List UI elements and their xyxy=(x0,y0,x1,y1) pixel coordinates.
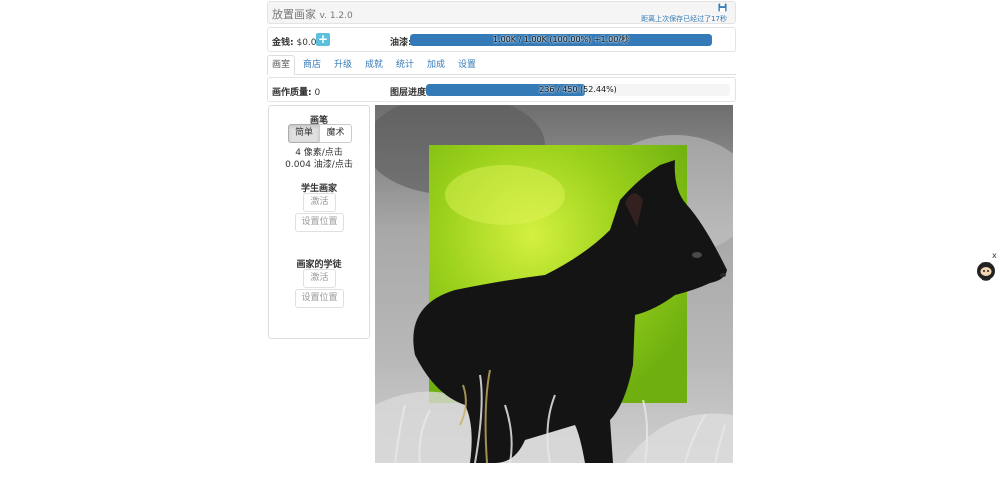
tab-shop[interactable]: 商店 xyxy=(299,55,325,75)
tab-studio[interactable]: 画室 xyxy=(267,55,296,75)
student-activate-button[interactable]: 激活 xyxy=(303,193,336,212)
app-version: v. 1.2.0 xyxy=(319,11,353,21)
save-status: 距离上次保存已经过了17秒 xyxy=(641,15,727,23)
quality-value: 0 xyxy=(314,88,321,98)
tab-achievements[interactable]: 成就 xyxy=(361,55,387,75)
brush-paint-per-click: 0.004 油漆/点击 xyxy=(285,160,353,170)
app-name: 放置画家 xyxy=(272,8,316,21)
tab-upgrades[interactable]: 升级 xyxy=(330,55,356,75)
paint-label: 油漆: xyxy=(390,38,412,48)
paint-progress-text: 1.00K / 1.00K (100.00%) +1.00/秒 xyxy=(492,35,630,44)
tab-bonuses[interactable]: 加成 xyxy=(423,55,449,75)
apprentice-set-position-button[interactable]: 设置位置 xyxy=(295,289,344,308)
layer-label: 图层进度: xyxy=(390,88,430,98)
apprentice-activate-button[interactable]: 激活 xyxy=(303,269,336,288)
layer-progress-bar: 236 / 450 (52.44%) xyxy=(426,84,730,96)
layer-progress-text: 236 / 450 (52.44%) xyxy=(539,85,617,94)
student-set-position-button[interactable]: 设置位置 xyxy=(295,213,344,232)
painting-canvas[interactable] xyxy=(375,105,733,463)
resources-panel: 金钱: $0.00 + 油漆: 1.00K / 1.00K (100.00%) … xyxy=(267,27,736,52)
brush-mode-simple-button[interactable]: 简单 xyxy=(288,124,320,143)
money-label: 金钱: xyxy=(272,38,294,48)
save-icon[interactable] xyxy=(718,3,727,12)
app-title: 放置画家 v. 1.2.0 xyxy=(272,6,353,22)
paint-progress-bar: 1.00K / 1.00K (100.00%) +1.00/秒 xyxy=(410,34,712,46)
painting-image xyxy=(375,105,733,463)
main-tabs: 画室 商店 升级 成就 统计 加成 设置 xyxy=(267,55,736,75)
brush-mode-magic-button[interactable]: 魔术 xyxy=(319,124,352,143)
app-header: 放置画家 v. 1.2.0 距离上次保存已经过了17秒 xyxy=(267,1,736,24)
painting-status-panel: 画作质量: 0 图层进度: 236 / 450 (52.44%) xyxy=(267,77,736,102)
github-octocat-icon[interactable] xyxy=(976,258,996,282)
tab-stats[interactable]: 统计 xyxy=(392,55,418,75)
money-display: 金钱: $0.00 xyxy=(272,35,322,48)
tools-sidebar: 画笔 简单 魔术 4 像素/点击 0.004 油漆/点击 学生画家 激活 设置位… xyxy=(268,105,370,339)
add-money-button[interactable]: + xyxy=(316,33,330,46)
tab-settings[interactable]: 设置 xyxy=(454,55,480,75)
quality-display: 画作质量: 0 xyxy=(272,85,320,98)
quality-label: 画作质量: xyxy=(272,88,312,98)
